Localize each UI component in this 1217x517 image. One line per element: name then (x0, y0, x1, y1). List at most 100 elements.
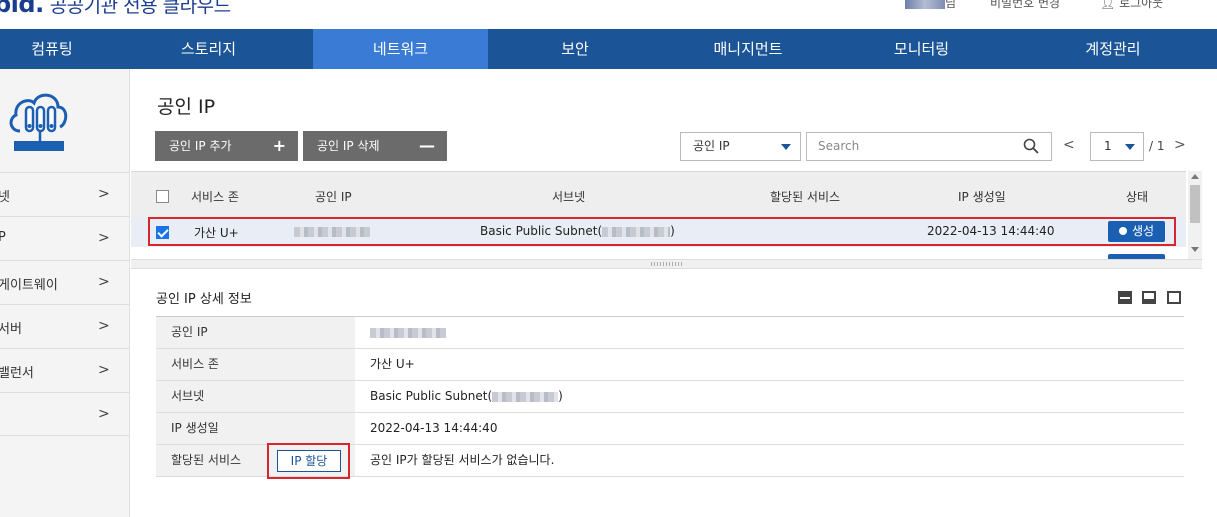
row-checkbox[interactable] (156, 226, 169, 239)
detail-label: IP 생성일 (156, 413, 355, 444)
subnet-text: Basic Public Subnet( (370, 389, 493, 403)
detail-table: 공인 IP 서비스 존 가산 U+ 서브넷 Basic Public Subne… (156, 316, 1184, 477)
detail-label: 서브넷 (156, 381, 355, 412)
table-header: 서비스 존 공인 IP 서브넷 할당된 서비스 IP 생성일 상태 (131, 171, 1186, 217)
sidebar-item-label: 게이트웨이 (0, 278, 58, 293)
column-header-status[interactable]: 상태 (1126, 188, 1148, 205)
nav-monitoring[interactable]: 모니터링 (834, 29, 1009, 69)
logo-subtitle: 공공기관 전용 클라우드 (49, 0, 231, 17)
nav-security[interactable]: 보안 (488, 29, 662, 69)
scroll-down-icon[interactable] (1191, 247, 1199, 252)
cell-created: 2022-04-13 14:44:40 (927, 224, 1055, 238)
subnet-redacted (492, 391, 559, 402)
chevron-right-icon: > (98, 406, 110, 422)
public-ip-table: 서비스 존 공인 IP 서브넷 할당된 서비스 IP 생성일 상태 가산 U+ … (131, 171, 1186, 259)
detail-title: 공인 IP 상세 정보 (156, 292, 252, 307)
column-header-subnet[interactable]: 서브넷 (552, 188, 585, 205)
column-header-assigned-service[interactable]: 할당된 서비스 (770, 188, 840, 205)
subnet-close: ) (558, 389, 563, 403)
scroll-up-icon[interactable] (1191, 174, 1199, 179)
page-select[interactable]: 1 (1090, 132, 1144, 161)
top-bar: bld. 공공기관 전용 클라우드 님 비밀번호 변경 👤︎ 로그아웃 (0, 0, 1217, 30)
search-filter-select[interactable]: 공인 IP (680, 132, 801, 161)
status-badge[interactable]: 생성 (1108, 221, 1165, 242)
select-all-checkbox[interactable] (156, 190, 169, 203)
next-page-icon[interactable]: > (1174, 137, 1186, 153)
column-header-zone[interactable]: 서비스 존 (191, 188, 239, 205)
cell-subnet: Basic Public Subnet() (480, 224, 675, 238)
nav-storage[interactable]: 스토리지 (104, 29, 313, 69)
maximize-bottom-icon[interactable] (1167, 291, 1181, 304)
logout-label: 로그아웃 (1119, 0, 1164, 10)
nav-account[interactable]: 계정관리 (1009, 29, 1217, 69)
detail-value (370, 317, 446, 348)
column-header-public-ip[interactable]: 공인 IP (315, 188, 352, 205)
status-label: 생성 (1131, 224, 1155, 238)
chevron-right-icon: > (98, 362, 110, 378)
user-name-redacted (905, 0, 945, 9)
nav-computing[interactable]: 컴퓨팅 (0, 29, 104, 69)
status-dot-icon (1118, 227, 1127, 235)
detail-row-subnet: 서브넷 Basic Public Subnet() (156, 381, 1184, 413)
search-input[interactable]: Search (806, 132, 1052, 161)
search-icon[interactable] (1023, 138, 1039, 154)
prev-page-icon[interactable]: < (1063, 137, 1075, 153)
split-view-icon[interactable] (1142, 291, 1156, 304)
detail-value: 공인 IP가 할당된 서비스가 없습니다. (370, 453, 555, 467)
detail-row-assigned-service: 할당된 서비스 IP 할당 공인 IP가 할당된 서비스가 없습니다. (156, 445, 1184, 477)
nav-network[interactable]: 네트워크 (313, 29, 488, 69)
column-header-created[interactable]: IP 생성일 (958, 188, 1006, 205)
search-placeholder: Search (818, 139, 860, 153)
detail-label-cell: 할당된 서비스 IP 할당 (156, 445, 355, 476)
logo-text: bld. (0, 0, 44, 18)
sidebar: 넷 > P > 게이트웨이 > 서버 > 밸런서 > > (0, 69, 130, 517)
plus-icon: + (272, 136, 286, 155)
chevron-right-icon: > (98, 274, 110, 290)
drag-handle-icon[interactable] (651, 262, 683, 266)
sidebar-item-load-balancer[interactable]: 밸런서 > (0, 348, 130, 392)
caret-down-icon (781, 144, 791, 150)
cloud-network-icon (9, 93, 68, 151)
detail-row-zone: 서비스 존 가산 U+ (156, 349, 1184, 381)
user-suffix: 님 (945, 0, 957, 10)
detail-value: Basic Public Subnet() (370, 381, 563, 412)
add-public-ip-button[interactable]: 공인 IP 추가 + (155, 131, 298, 161)
cell-zone: 가산 U+ (194, 226, 239, 240)
panel-splitter[interactable] (131, 259, 1202, 269)
delete-button-label: 공인 IP 삭제 (317, 139, 380, 153)
delete-public-ip-button[interactable]: 공인 IP 삭제 — (303, 131, 447, 161)
ip-assign-button[interactable]: IP 할당 (277, 450, 341, 472)
page-total: / 1 (1149, 139, 1165, 153)
logout-link[interactable]: 👤︎ 로그아웃 (1100, 0, 1163, 11)
current-page: 1 (1104, 139, 1112, 153)
detail-value: 가산 U+ (370, 357, 415, 371)
caret-down-icon (1125, 144, 1135, 150)
detail-label: 할당된 서비스 (171, 453, 242, 467)
detail-label: 서비스 존 (156, 349, 355, 380)
logo[interactable]: bld. 공공기관 전용 클라우드 (0, 0, 231, 18)
subnet-text: Basic Public Subnet( (480, 224, 603, 238)
scroll-thumb[interactable] (1190, 185, 1200, 223)
sidebar-item-subnet[interactable]: 넷 > (0, 172, 130, 216)
nav-management[interactable]: 매니지먼트 (662, 29, 834, 69)
chevron-right-icon: > (98, 318, 110, 334)
chevron-right-icon: > (98, 186, 110, 202)
ip-redacted (370, 327, 446, 338)
table-row[interactable]: 가산 U+ Basic Public Subnet() 2022-04-13 1… (131, 217, 1186, 247)
person-icon: 👤︎ (1100, 0, 1116, 10)
change-password-link[interactable]: 비밀번호 변경 (990, 0, 1060, 11)
cell-public-ip (294, 224, 370, 238)
page-title: 공인 IP (157, 96, 216, 118)
sidebar-item-gateway[interactable]: 게이트웨이 > (0, 260, 130, 304)
sidebar-item-label: 밸런서 (0, 366, 34, 381)
maximize-top-icon[interactable] (1118, 291, 1132, 304)
sidebar-item-label: P (0, 230, 6, 245)
sidebar-item-public-ip[interactable]: P > (0, 216, 130, 260)
user-greeting: 님 (905, 0, 956, 11)
sidebar-item-other[interactable]: > (0, 392, 130, 436)
detail-value: 2022-04-13 14:44:40 (370, 421, 498, 435)
sidebar-item-server[interactable]: 서버 > (0, 304, 130, 348)
detail-row-created: IP 생성일 2022-04-13 14:44:40 (156, 413, 1184, 445)
detail-row-public-ip: 공인 IP (156, 317, 1184, 349)
table-scrollbar[interactable] (1188, 171, 1202, 259)
